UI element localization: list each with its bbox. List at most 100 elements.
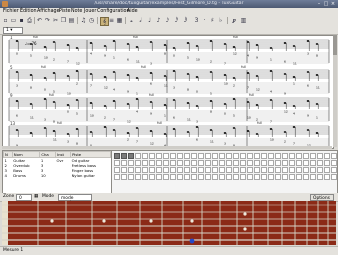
measure-cell[interactable] — [310, 153, 316, 159]
duration-eighth-icon[interactable]: ♪ — [155, 17, 162, 24]
measure-cell[interactable] — [198, 153, 204, 159]
measure-cell[interactable] — [240, 174, 246, 180]
measure-cell[interactable] — [331, 174, 337, 180]
measure-cell[interactable] — [212, 167, 218, 173]
measure-grid[interactable] — [111, 150, 338, 195]
measure-cell[interactable] — [275, 174, 281, 180]
measure-cell[interactable] — [261, 167, 267, 173]
measure-cell[interactable] — [226, 174, 232, 180]
measure-cell[interactable] — [261, 174, 267, 180]
measure-cell[interactable] — [114, 153, 120, 159]
measure-cell[interactable] — [247, 174, 253, 180]
measure-cell[interactable] — [128, 167, 134, 173]
measure-cell[interactable] — [233, 167, 239, 173]
tempo-icon[interactable]: ◷ — [88, 17, 95, 24]
measure-cell[interactable] — [331, 153, 337, 159]
fretboard-view-icon[interactable]: ▦ — [116, 17, 123, 24]
menu-view[interactable]: Affichage — [37, 9, 60, 14]
measure-cell[interactable] — [247, 153, 253, 159]
measure-cell[interactable] — [205, 160, 211, 166]
measure-cell[interactable] — [184, 174, 190, 180]
measure-cell[interactable] — [303, 174, 309, 180]
minimize-icon[interactable]: – — [316, 1, 322, 7]
measure-cell[interactable] — [317, 167, 323, 173]
menu-note[interactable]: Note — [71, 9, 82, 14]
copy-icon[interactable]: ❐ — [60, 17, 67, 24]
measure-cell[interactable] — [240, 160, 246, 166]
measure-cell[interactable] — [205, 153, 211, 159]
measure-cell[interactable] — [198, 160, 204, 166]
score-editor[interactable]: 1 0 5 10 2 7 12 4 9 1 6 11 3 8 0 5 10 2 7 12 4 9 1 6 11 3 8 full ful… — [2, 35, 334, 149]
measure-cell[interactable] — [198, 174, 204, 180]
measure-cell[interactable] — [324, 174, 330, 180]
measure-cell[interactable] — [240, 167, 246, 173]
measure-cell[interactable] — [303, 160, 309, 166]
measure-cell[interactable] — [149, 174, 155, 180]
print-icon[interactable]: ⎙ — [26, 17, 33, 24]
measure-cell[interactable] — [149, 153, 155, 159]
measure-cell[interactable] — [310, 160, 316, 166]
measure-cell[interactable] — [303, 153, 309, 159]
mode-select[interactable]: mode moderne — [58, 194, 92, 206]
open-icon[interactable]: ▭ — [10, 17, 17, 24]
measure-cell[interactable] — [135, 174, 141, 180]
measure-cell[interactable] — [142, 153, 148, 159]
measure-cell[interactable] — [191, 167, 197, 173]
measure-cell[interactable] — [163, 174, 169, 180]
flat-icon[interactable]: ♭ — [217, 17, 224, 24]
measure-cell[interactable] — [289, 167, 295, 173]
measure-cell[interactable] — [289, 160, 295, 166]
measure-cell[interactable] — [233, 160, 239, 166]
measure-cell[interactable] — [324, 160, 330, 166]
measure-cell[interactable] — [268, 174, 274, 180]
measure-cell[interactable] — [170, 153, 176, 159]
menu-file[interactable]: Fichier — [3, 9, 19, 14]
track-row[interactable]: 4 Drums 10 Nylon guitar — [4, 173, 111, 178]
measure-cell[interactable] — [114, 167, 120, 173]
measure-cell[interactable] — [212, 174, 218, 180]
measure-cell[interactable] — [219, 153, 225, 159]
measure-cell[interactable] — [275, 160, 281, 166]
menu-settings[interactable]: Configuration — [97, 9, 130, 14]
measure-cell[interactable] — [254, 167, 260, 173]
measure-cell[interactable] — [296, 153, 302, 159]
measure-cell[interactable] — [205, 174, 211, 180]
measure-cell[interactable] — [310, 167, 316, 173]
measure-cell[interactable] — [191, 160, 197, 166]
duration-whole-icon[interactable]: 𝅝 — [128, 17, 135, 24]
measure-cell[interactable] — [205, 167, 211, 173]
measure-cell[interactable] — [149, 160, 155, 166]
duration-sixteenth-icon[interactable]: 𝅘𝅥𝅯 — [164, 17, 171, 24]
fretboard[interactable] — [2, 201, 336, 245]
measure-cell[interactable] — [233, 153, 239, 159]
dotted-icon[interactable]: · — [201, 17, 208, 24]
measure-cell[interactable] — [191, 153, 197, 159]
measure-cell[interactable] — [156, 174, 162, 180]
measure-cell[interactable] — [170, 167, 176, 173]
measure-cell[interactable] — [317, 160, 323, 166]
measure-cell[interactable] — [142, 174, 148, 180]
save-icon[interactable]: ▪ — [18, 17, 25, 24]
measure-cell[interactable] — [170, 174, 176, 180]
paste-icon[interactable]: ▤ — [68, 17, 75, 24]
measure-cell[interactable] — [317, 153, 323, 159]
measure-cell[interactable] — [233, 174, 239, 180]
menu-play[interactable]: Jouer — [84, 9, 96, 14]
measure-cell[interactable] — [177, 167, 183, 173]
measure-cell[interactable] — [198, 167, 204, 173]
chord-icon[interactable]: ▥ — [240, 17, 247, 24]
measure-cell[interactable] — [296, 167, 302, 173]
measure-cell[interactable] — [219, 167, 225, 173]
measure-cell[interactable] — [128, 160, 134, 166]
duration-64th-icon[interactable]: 𝅘𝅥𝅱 — [182, 17, 189, 24]
measure-cell[interactable] — [254, 160, 260, 166]
menu-track[interactable]: Piste — [59, 9, 70, 14]
measure-cell[interactable] — [296, 174, 302, 180]
close-icon[interactable]: × — [330, 1, 336, 7]
measure-cell[interactable] — [156, 167, 162, 173]
measure-cell[interactable] — [254, 174, 260, 180]
menu-help[interactable]: Aide — [127, 9, 138, 14]
measure-cell[interactable] — [247, 160, 253, 166]
measure-cell[interactable] — [282, 153, 288, 159]
measure-cell[interactable] — [261, 153, 267, 159]
